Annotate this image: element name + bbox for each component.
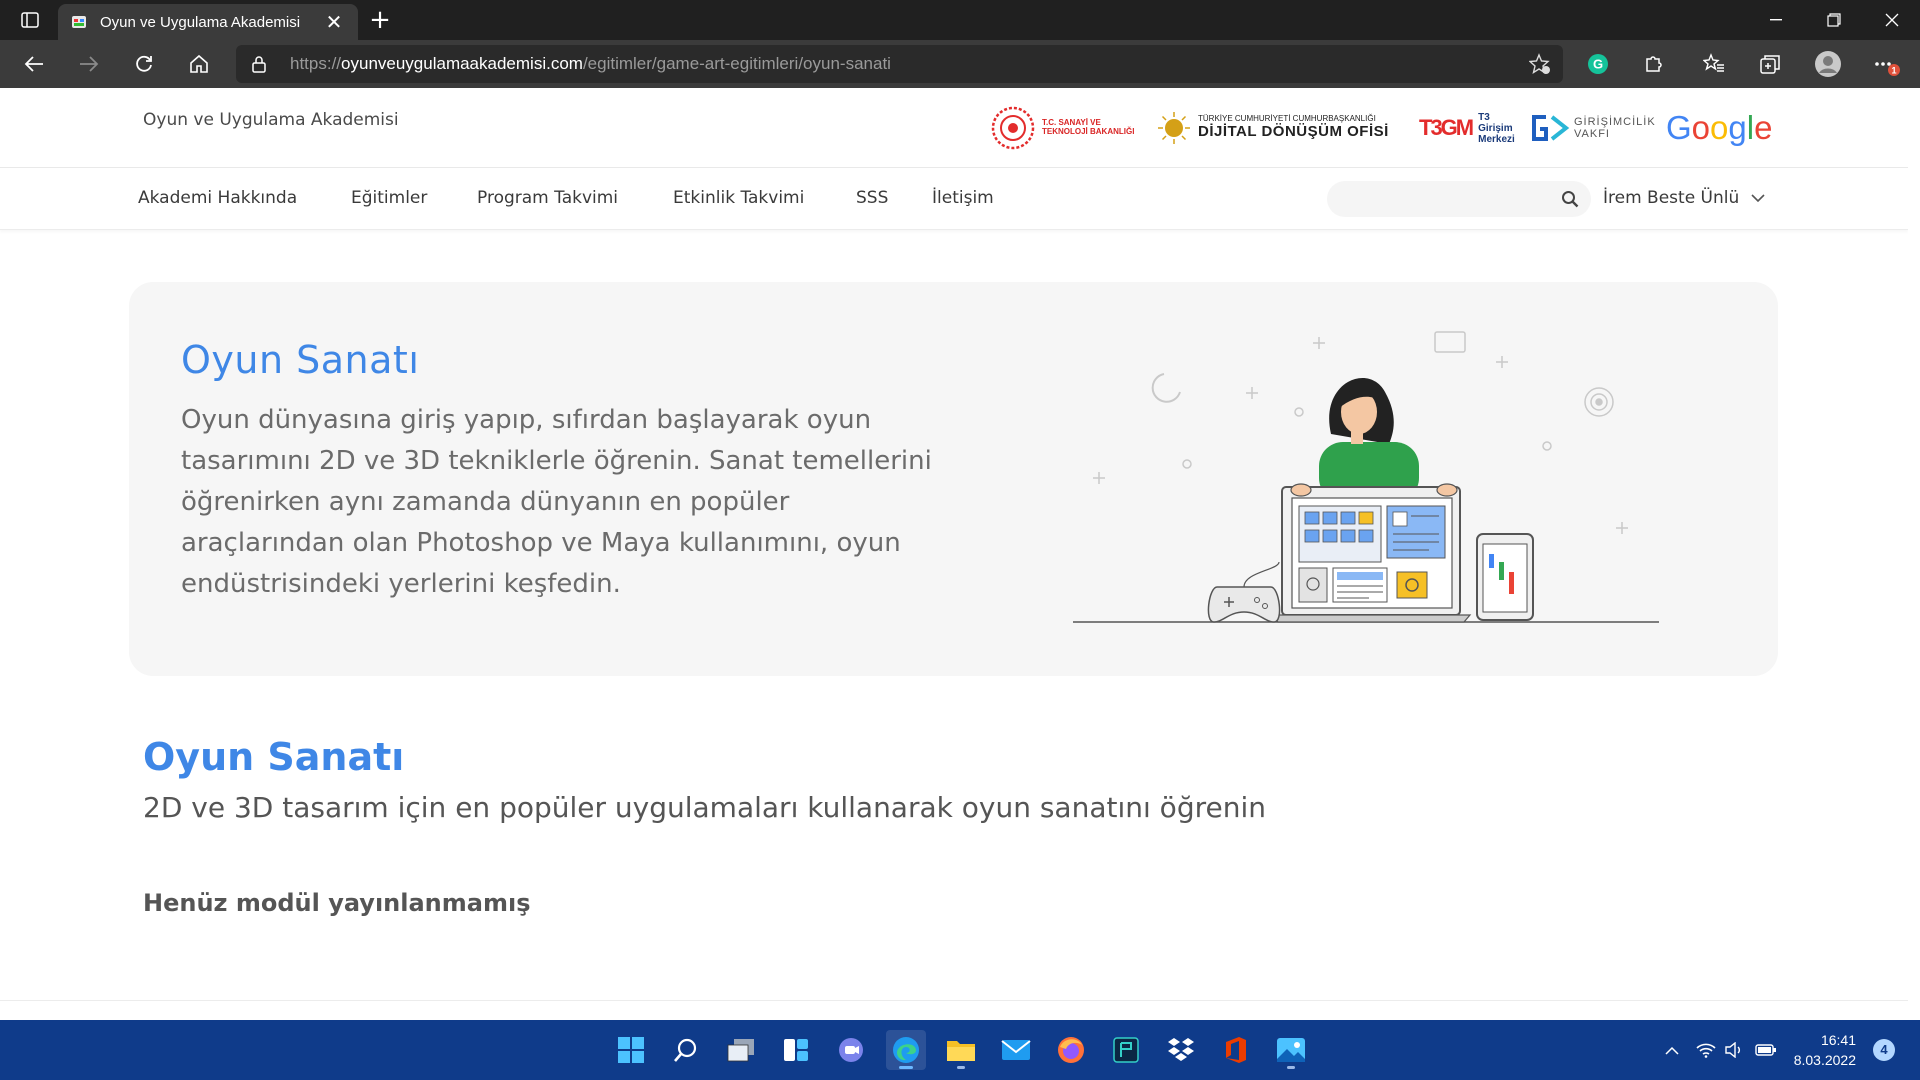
nav-iletisim[interactable]: İletişim bbox=[932, 188, 994, 208]
browser-toolbar: https://oyunveuygulamaakademisi.com/egit… bbox=[0, 40, 1920, 88]
empty-modules-message: Henüz modül yayınlanmamış bbox=[143, 889, 531, 917]
google-letter: g bbox=[1728, 109, 1747, 146]
clock-date: 8.03.2022 bbox=[1793, 1052, 1856, 1068]
google-letter: l bbox=[1746, 109, 1755, 146]
search-icon[interactable] bbox=[666, 1030, 706, 1070]
tab-title: Oyun ve Uygulama Akademisi bbox=[100, 13, 301, 31]
course-title: Oyun Sanatı bbox=[143, 735, 405, 779]
profile-avatar-icon[interactable] bbox=[1814, 50, 1842, 78]
notification-count-badge[interactable]: 4 bbox=[1873, 1039, 1895, 1061]
site-favicon-icon bbox=[70, 13, 88, 31]
t3-girisim-merkezi-logo[interactable]: T3GM T3 Girişim Merkezi bbox=[1419, 102, 1515, 154]
firefox-icon[interactable] bbox=[1051, 1030, 1091, 1070]
wifi-icon[interactable] bbox=[1694, 1038, 1718, 1062]
google-letter: o bbox=[1691, 109, 1711, 146]
terminal-app-icon[interactable] bbox=[1106, 1030, 1146, 1070]
notification-badge: 1 bbox=[1891, 66, 1896, 76]
main-navigation: Akademi Hakkında Eğitimler Program Takvi… bbox=[0, 168, 1908, 230]
gv-text-2: VAKFI bbox=[1574, 128, 1610, 140]
edge-icon[interactable] bbox=[886, 1030, 926, 1070]
dropbox-icon[interactable] bbox=[1161, 1030, 1201, 1070]
address-bar[interactable]: https://oyunveuygulamaakademisi.com/egit… bbox=[236, 45, 1563, 83]
site-title[interactable]: Oyun ve Uygulama Akademisi bbox=[143, 110, 399, 130]
search-icon[interactable] bbox=[1561, 190, 1579, 212]
site-header: Oyun ve Uygulama Akademisi T.C. SANAYİ V… bbox=[0, 88, 1908, 168]
collections-icon[interactable] bbox=[1756, 50, 1784, 78]
running-indicator bbox=[957, 1066, 965, 1069]
hero-illustration bbox=[1073, 331, 1659, 623]
hero-title: Oyun Sanatı bbox=[181, 338, 420, 382]
close-window-icon[interactable] bbox=[1864, 0, 1920, 40]
nav-egitimler[interactable]: Eğitimler bbox=[351, 188, 427, 208]
course-subtitle: 2D ve 3D tasarım için en popüler uygulam… bbox=[143, 791, 1266, 824]
browser-tab-bar: Oyun ve Uygulama Akademisi ✕ + bbox=[0, 0, 1920, 40]
active-indicator bbox=[899, 1066, 913, 1069]
refresh-icon[interactable] bbox=[126, 48, 162, 80]
show-hidden-icons-chevron-icon[interactable] bbox=[1660, 1038, 1684, 1062]
office-icon[interactable] bbox=[1216, 1030, 1256, 1070]
gv-text-1: GİRİŞİMCİLİK bbox=[1574, 115, 1656, 128]
tab-close-icon[interactable]: ✕ bbox=[322, 10, 346, 34]
course-hero-card: Oyun Sanatı Oyun dünyasına giriş yapıp, … bbox=[129, 282, 1778, 676]
battery-icon[interactable] bbox=[1754, 1038, 1778, 1062]
add-favorite-icon[interactable] bbox=[1526, 50, 1554, 78]
ddo-line-2: DİJİTAL DÖNÜŞÜM OFİSİ bbox=[1198, 123, 1389, 141]
nav-program-takvimi[interactable]: Program Takvimi bbox=[477, 188, 618, 208]
t3-text-1: T3 bbox=[1478, 111, 1490, 123]
url-path: /egitimler/game-art-egitimleri/oyun-sana… bbox=[582, 54, 891, 73]
digital-transformation-office-logo[interactable]: TÜRKİYE CUMHURİYETİ CUMHURBAŞKANLIĞI DİJ… bbox=[1156, 102, 1389, 154]
user-menu[interactable]: İrem Beste Ünlü bbox=[1603, 188, 1765, 208]
site-search-input[interactable] bbox=[1327, 181, 1591, 217]
chevron-down-icon bbox=[1751, 188, 1765, 208]
photos-icon[interactable] bbox=[1271, 1030, 1311, 1070]
widgets-icon[interactable] bbox=[776, 1030, 816, 1070]
volume-icon[interactable] bbox=[1722, 1038, 1746, 1062]
url-text[interactable]: https://oyunveuygulamaakademisi.com/egit… bbox=[290, 54, 891, 74]
google-letter: G bbox=[1666, 109, 1692, 146]
back-icon[interactable] bbox=[16, 48, 52, 80]
mail-icon[interactable] bbox=[996, 1030, 1036, 1070]
running-indicator bbox=[1287, 1066, 1295, 1069]
girisimcilik-vakfi-logo[interactable]: GİRİŞİMCİLİK VAKFI bbox=[1530, 102, 1656, 154]
ministry-line-2: TEKNOLOJİ BAKANLIĞI bbox=[1042, 127, 1135, 136]
file-explorer-icon[interactable] bbox=[941, 1030, 981, 1070]
restore-icon[interactable] bbox=[1806, 0, 1862, 40]
system-clock[interactable]: 16:41 8.03.2022 bbox=[1786, 1030, 1856, 1070]
home-icon[interactable] bbox=[181, 48, 217, 80]
nav-etkinlik-takvimi[interactable]: Etkinlik Takvimi bbox=[673, 188, 804, 208]
ministry-logo[interactable]: T.C. SANAYİ VE TEKNOLOJİ BAKANLIĞI bbox=[990, 102, 1134, 154]
url-domain: oyunveuygulamaakademisi.com bbox=[341, 54, 583, 73]
forward-icon[interactable] bbox=[71, 48, 107, 80]
favorites-icon[interactable] bbox=[1700, 50, 1728, 78]
windows-taskbar: 16:41 8.03.2022 4 bbox=[0, 1020, 1920, 1080]
browser-tab-active[interactable]: Oyun ve Uygulama Akademisi ✕ bbox=[58, 4, 358, 40]
user-name: İrem Beste Ünlü bbox=[1603, 188, 1740, 208]
google-logo[interactable]: Google bbox=[1666, 102, 1772, 154]
page-scrollbar-track[interactable] bbox=[1908, 88, 1920, 1020]
url-scheme: https:// bbox=[290, 54, 342, 73]
grammarly-extension-icon[interactable]: G bbox=[1584, 50, 1612, 78]
minimize-icon[interactable] bbox=[1748, 0, 1804, 40]
tab-actions-menu-icon[interactable] bbox=[14, 8, 46, 32]
task-view-icon[interactable] bbox=[721, 1030, 761, 1070]
t3-mark: T3GM bbox=[1419, 115, 1474, 140]
google-letter: o bbox=[1710, 109, 1729, 146]
google-letter: e bbox=[1754, 109, 1773, 146]
t3-text-3: Merkezi bbox=[1478, 133, 1515, 145]
t3-text-2: Girişim bbox=[1478, 122, 1513, 134]
nav-sss[interactable]: SSS bbox=[856, 188, 888, 208]
teams-chat-icon[interactable] bbox=[831, 1030, 871, 1070]
settings-more-icon[interactable]: 1 bbox=[1872, 50, 1900, 78]
extensions-icon[interactable] bbox=[1640, 50, 1668, 78]
svg-text:G: G bbox=[1593, 57, 1603, 72]
clock-time: 16:41 bbox=[1820, 1032, 1856, 1048]
hero-description: Oyun dünyasına giriş yapıp, sıfırdan baş… bbox=[181, 405, 932, 599]
nav-akademi-hakkinda[interactable]: Akademi Hakkında bbox=[138, 188, 297, 208]
lock-icon[interactable] bbox=[252, 55, 266, 77]
content-divider bbox=[0, 1000, 1908, 1001]
start-icon[interactable] bbox=[611, 1030, 651, 1070]
new-tab-button[interactable]: + bbox=[366, 6, 394, 34]
